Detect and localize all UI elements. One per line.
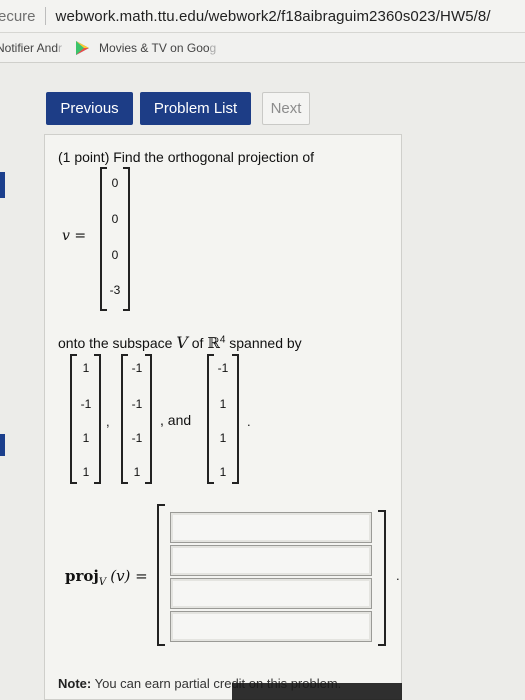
answer-input-4[interactable] [170, 611, 372, 642]
projection-argument: (v) = [110, 567, 148, 585]
bookmark-movies[interactable]: Movies & TV on Goo g [76, 40, 217, 55]
bookmark-notifier[interactable]: Notifier And r [0, 41, 62, 55]
answer-right-bracket [378, 510, 386, 646]
url-text[interactable]: webwork.math.ttu.edu/webwork2/f18aibragu… [56, 8, 491, 25]
basis-2-entry-3: -1 [131, 431, 143, 445]
basis-2-entry-1: -1 [131, 361, 143, 375]
projection-subscript: V [98, 577, 107, 588]
basis-period: . [247, 414, 251, 429]
real-space-symbol: ℝ [207, 334, 220, 352]
left-edge-tab [0, 172, 5, 198]
answer-period: . [396, 568, 400, 583]
basis-comma: , [106, 414, 110, 429]
basis-2-entry-4: 1 [133, 465, 141, 479]
basis-2-entry-2: -1 [131, 397, 143, 411]
subspace-sentence: onto the subspace V of ℝ4 spanned by [58, 333, 302, 352]
bookmark-movies-fade: g [209, 40, 217, 55]
v-entry-3: 0 [111, 248, 119, 262]
subspace-text-3: spanned by [229, 335, 302, 351]
next-button[interactable]: Next [262, 92, 310, 125]
address-separator [44, 7, 46, 25]
answer-input-3[interactable] [170, 578, 372, 609]
basis-3-entry-3: 1 [219, 431, 227, 445]
answer-left-bracket [157, 504, 165, 646]
bookmark-movies-label: Movies & TV on Goo [99, 40, 210, 55]
play-store-icon [76, 40, 90, 55]
and-text: , and [160, 412, 192, 428]
v-entry-2: 0 [111, 212, 119, 226]
v-entry-1: 0 [111, 176, 119, 190]
previous-button[interactable]: Previous [46, 92, 133, 125]
subspace-symbol: V [176, 333, 188, 352]
bookmark-notifier-fade: r [58, 40, 63, 55]
projection-label: projV (v) = [65, 567, 148, 588]
projection-operator: proj [65, 567, 99, 585]
v-label: v = [62, 228, 87, 244]
note-label: Note: [58, 676, 92, 691]
basis-3-entry-1: -1 [217, 361, 229, 375]
basis-3-entry-2: 1 [219, 397, 227, 411]
problem-list-button[interactable]: Problem List [140, 92, 251, 125]
basis-1-entry-4: 1 [82, 465, 90, 479]
basis-3-entry-4: 1 [219, 465, 227, 479]
bookmarks-bar: Notifier And r Movies & TV on Goo g [0, 33, 525, 63]
real-space-exponent: 4 [219, 334, 226, 346]
answer-input-2[interactable] [170, 545, 372, 576]
subspace-text-2: of [191, 335, 204, 351]
secure-label: ecure [0, 7, 36, 25]
basis-1-entry-1: 1 [82, 361, 90, 375]
bookmark-notifier-label: Notifier And [0, 40, 59, 55]
left-edge-tab-lower [0, 434, 5, 456]
v-entry-4: -3 [109, 283, 121, 297]
subspace-text-1: onto the subspace [58, 335, 173, 351]
problem-intro: (1 point) Find the orthogonal projection… [58, 149, 315, 165]
address-bar[interactable]: ecure webwork.math.ttu.edu/webwork2/f18a… [0, 0, 525, 33]
answer-input-1[interactable] [170, 512, 372, 543]
bottom-overlay [232, 683, 402, 700]
basis-1-entry-2: -1 [80, 397, 92, 411]
basis-1-entry-3: 1 [82, 431, 90, 445]
